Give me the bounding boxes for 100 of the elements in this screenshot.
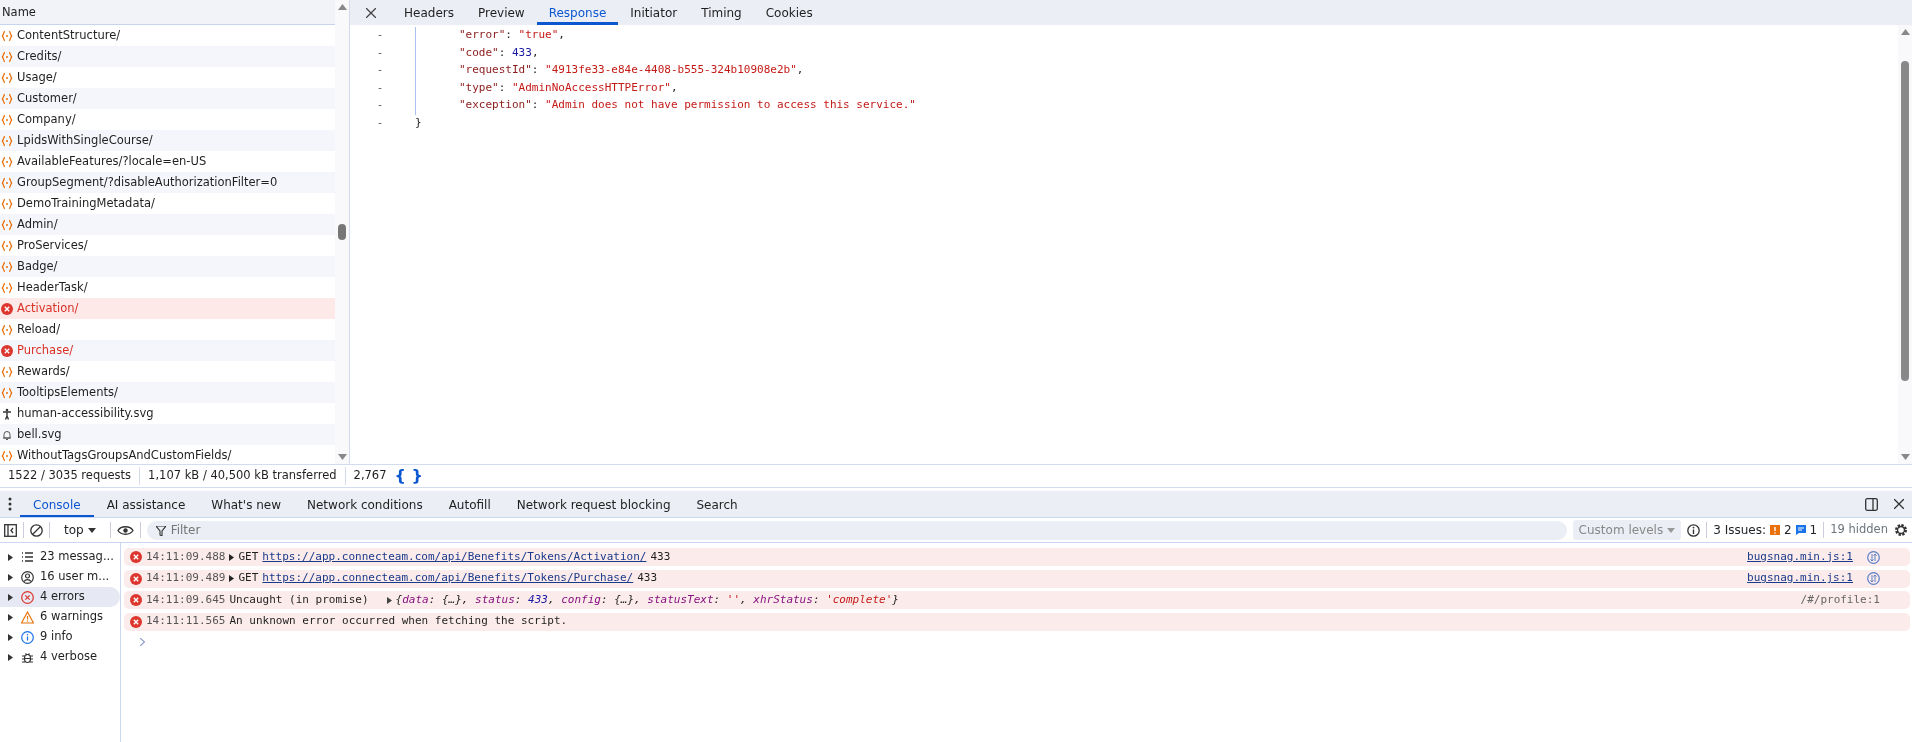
source-link[interactable]: /#/profile:1: [1800, 591, 1880, 609]
close-icon: [366, 7, 376, 18]
error-icon: [21, 590, 34, 604]
detail-tab[interactable]: Response: [536, 0, 619, 25]
request-row[interactable]: Credits/: [0, 46, 336, 67]
caret-icon: [1667, 527, 1676, 533]
scroll-up-icon[interactable]: [337, 4, 347, 10]
drawer-tab[interactable]: What's new: [198, 491, 294, 517]
error-icon: [1, 302, 13, 315]
detail-tab[interactable]: Timing: [689, 0, 754, 25]
request-row[interactable]: LpidsWithSingleCourse/: [0, 130, 336, 151]
url-link[interactable]: https://app.connecteam.com/api/Benefits/Tokens/Purchase/: [262, 570, 634, 587]
detail-tab[interactable]: Initiator: [618, 0, 690, 25]
drawer-tab[interactable]: Autofill: [435, 491, 504, 517]
expand-arrow-icon[interactable]: [229, 575, 235, 582]
pretty-print-button[interactable]: { }: [394, 464, 423, 488]
url-link[interactable]: https://app.connecteam.com/api/Benefits/Tokens/Activation/: [262, 548, 647, 566]
expand-arrow-icon[interactable]: [229, 553, 235, 561]
person-icon: [1, 407, 13, 420]
request-row[interactable]: GroupSegment/?disableAuthorizationFilter=0: [0, 172, 336, 193]
settings-button[interactable]: [1894, 523, 1908, 537]
request-icon[interactable]: [1867, 550, 1880, 564]
message-icon: [1795, 525, 1806, 535]
sidebar-item[interactable]: 4 verbose: [0, 647, 120, 667]
code-line: "exception": "Admin does not have permission to access this service.": [459, 97, 916, 113]
line-gutter: -: [375, 114, 385, 131]
line-gutter: -: [375, 27, 385, 43]
scrollbar-thumb[interactable]: [338, 224, 346, 240]
braces-icon: [1, 71, 13, 84]
object-preview[interactable]: {data: {…}, status: 433, config: {…}, statusText: '', xhrStatus: 'complete'}: [395, 591, 899, 609]
drawer-tab[interactable]: Search: [683, 491, 751, 517]
scroll-down-icon[interactable]: [1900, 454, 1910, 460]
drawer-tab[interactable]: Network request blocking: [503, 491, 684, 517]
timestamp: 14:11:11.565: [146, 613, 226, 630]
list-icon: [21, 550, 34, 564]
scroll-up-icon[interactable]: [1900, 29, 1910, 35]
source-link[interactable]: bugsnag.min.js:1: [1747, 548, 1853, 566]
close-icon: [1894, 499, 1904, 509]
code-line: "requestId": "4913fe33-e84e-4408-b555-324b10908e2b",: [459, 62, 804, 78]
request-row[interactable]: Badge/: [0, 256, 336, 277]
drawer-tab[interactable]: Console: [20, 491, 94, 517]
sidebar-item[interactable]: 4 errors: [0, 587, 120, 607]
menu-icon: [8, 497, 12, 511]
sidebar-item[interactable]: 16 user m...: [0, 567, 120, 587]
code-line: "code": 433,: [459, 44, 539, 61]
request-row[interactable]: Activation/: [0, 298, 336, 319]
request-icon[interactable]: [1867, 572, 1880, 585]
request-row[interactable]: bell.svg: [0, 424, 336, 445]
status-code: 433: [637, 570, 658, 587]
detail-tab[interactable]: Headers: [392, 0, 466, 25]
issues-button[interactable]: 3 Issues: 2 1: [1713, 521, 1818, 539]
sidebar-item[interactable]: 6 warnings: [0, 607, 120, 627]
prompt-icon: [140, 638, 145, 646]
filter-field[interactable]: Filter: [146, 520, 1567, 540]
detail-tab[interactable]: Cookies: [753, 0, 825, 25]
braces-icon: [1, 218, 13, 231]
warning-icon: [21, 610, 34, 624]
drawer-tab[interactable]: Network conditions: [294, 491, 436, 517]
error-icon: [130, 572, 142, 585]
request-row[interactable]: TooltipsElements/: [0, 382, 336, 403]
column-header[interactable]: Name: [2, 5, 36, 19]
sidebar-icon: [4, 523, 17, 537]
warning-badge-icon: [1769, 525, 1780, 535]
timestamp: 14:11:09.489: [146, 570, 226, 587]
caret-icon: [87, 527, 96, 533]
sidebar-toggle-button[interactable]: [4, 523, 17, 537]
braces-icon: [1, 134, 13, 147]
bug-icon: [21, 650, 34, 664]
request-row[interactable]: Purchase/: [0, 340, 336, 361]
scroll-down-icon[interactable]: [337, 454, 347, 460]
bell-icon: [1, 428, 13, 441]
status-code: 433: [650, 548, 671, 565]
braces-icon: [1, 386, 13, 399]
context-dropdown[interactable]: top: [56, 521, 104, 539]
detail-tab[interactable]: Preview: [465, 0, 537, 25]
sidebar-item[interactable]: 9 info: [0, 627, 120, 647]
expand-arrow-icon: [8, 633, 13, 641]
request-row[interactable]: Admin/: [0, 214, 336, 235]
line-gutter: -: [375, 62, 385, 78]
timestamp: 14:11:09.488: [146, 548, 226, 565]
expand-arrow-icon: [8, 613, 13, 621]
timestamp: 14:11:09.645: [146, 591, 226, 608]
info-icon: [1687, 523, 1701, 537]
clear-console-button[interactable]: [30, 523, 43, 537]
error-icon: [1, 344, 13, 357]
braces-icon: [1, 50, 13, 63]
source-link[interactable]: bugsnag.min.js:1: [1747, 570, 1853, 587]
sidebar-item[interactable]: 23 messag...: [0, 547, 120, 567]
braces-icon: [1, 239, 13, 252]
braces-icon: [1, 449, 13, 462]
user-icon: [21, 570, 34, 584]
clear-icon: [30, 523, 43, 537]
request-row[interactable]: Customer/: [0, 88, 336, 109]
braces-icon: [1, 113, 13, 126]
expand-arrow-icon[interactable]: [386, 596, 392, 604]
error-icon: [130, 594, 142, 606]
code-line: "error": "true",: [459, 27, 565, 43]
live-expression-button[interactable]: [116, 524, 134, 536]
braces-icon: [1, 365, 13, 378]
drawer-tab[interactable]: AI assistance: [93, 491, 199, 517]
